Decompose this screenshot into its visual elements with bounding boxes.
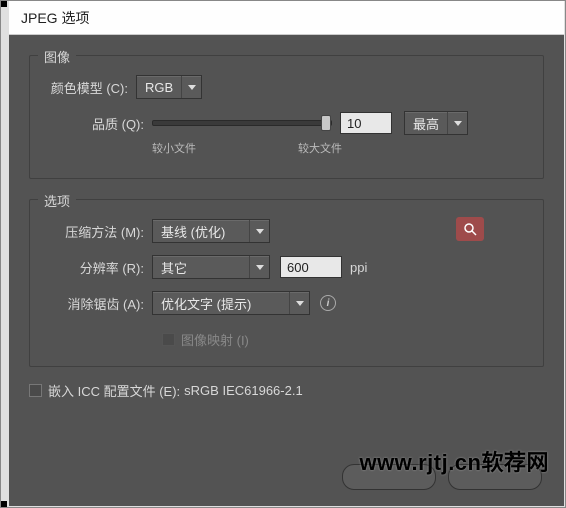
larger-file-label: 较大文件 (298, 140, 342, 156)
quality-input[interactable] (340, 112, 392, 134)
image-legend: 图像 (38, 47, 76, 66)
resolution-select-value: 其它 (153, 258, 249, 277)
dialog-body: 图像 颜色模型 (C): RGB 品质 (Q): 最高 (9, 35, 564, 506)
search-icon[interactable] (456, 217, 484, 241)
imagemap-label: 图像映射 (I) (181, 330, 249, 349)
smaller-file-label: 较小文件 (152, 140, 196, 156)
compression-label: 压缩方法 (M): (44, 222, 152, 241)
imagemap-checkbox: 图像映射 (I) (162, 330, 249, 349)
compression-dropdown[interactable]: 基线 (优化) (152, 219, 270, 243)
resolution-label: 分辨率 (R): (44, 258, 152, 277)
antialias-value: 优化文字 (提示) (153, 294, 289, 313)
embed-icc-label: 嵌入 ICC 配置文件 (E): (48, 381, 180, 400)
antialias-dropdown[interactable]: 优化文字 (提示) (152, 291, 310, 315)
info-icon[interactable]: i (320, 295, 336, 311)
antialias-label: 消除锯齿 (A): (44, 294, 152, 313)
quality-slider[interactable] (152, 120, 332, 126)
compression-value: 基线 (优化) (153, 222, 249, 241)
quality-preset-dropdown[interactable]: 最高 (404, 111, 468, 135)
resolution-unit: ppi (350, 260, 367, 275)
image-fieldset: 图像 颜色模型 (C): RGB 品质 (Q): 最高 (29, 55, 544, 179)
color-model-dropdown[interactable]: RGB (136, 75, 202, 99)
dialog-titlebar: JPEG 选项 (9, 1, 564, 35)
watermark-text: www.rjtj.cn软荐网 (359, 445, 549, 477)
chevron-down-icon (249, 220, 269, 242)
color-model-label: 颜色模型 (C): (44, 78, 136, 97)
chevron-down-icon (249, 256, 269, 278)
quality-preset-value: 最高 (405, 114, 447, 133)
chevron-down-icon (181, 76, 201, 98)
color-model-value: RGB (137, 80, 181, 95)
embed-icc-checkbox[interactable]: 嵌入 ICC 配置文件 (E): (29, 381, 180, 400)
chevron-down-icon (447, 112, 467, 134)
slider-thumb[interactable] (321, 115, 331, 131)
dialog-title: JPEG 选项 (21, 8, 89, 28)
quality-label: 品质 (Q): (44, 114, 152, 133)
chevron-down-icon (289, 292, 309, 314)
resolution-select-dropdown[interactable]: 其它 (152, 255, 270, 279)
resolution-input[interactable] (280, 256, 342, 278)
icc-profile-name: sRGB IEC61966-2.1 (184, 383, 303, 398)
options-legend: 选项 (38, 191, 76, 210)
